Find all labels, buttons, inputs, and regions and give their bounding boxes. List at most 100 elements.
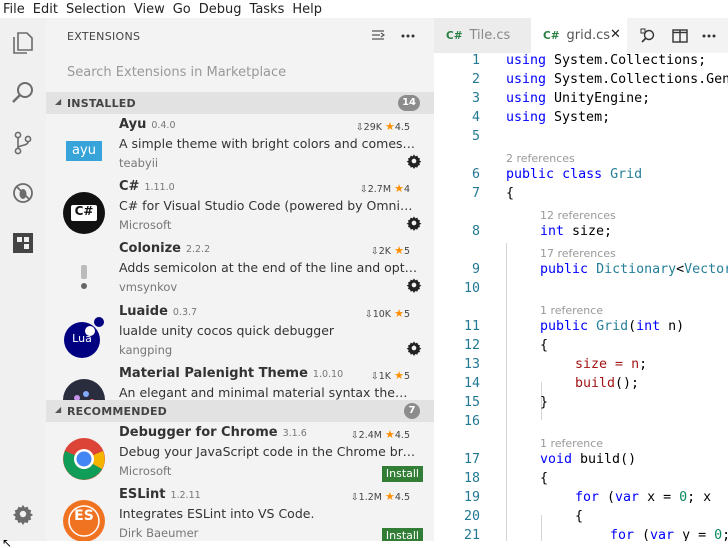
manage-gear-icon[interactable] <box>406 153 422 169</box>
download-count: 10K <box>372 309 392 320</box>
split-editor-icon[interactable] <box>671 27 689 45</box>
menu-go[interactable]: Go <box>169 2 195 17</box>
debug-icon[interactable] <box>8 178 38 208</box>
extension-name: Material Palenight Theme 1.0.10 <box>119 366 343 381</box>
download-count: 2K <box>378 246 392 257</box>
extension-description: luaIde unity cocos quick debugger <box>119 323 335 338</box>
collapse-chevron-icon: ◢ <box>55 97 62 106</box>
csharp-file-icon: C# <box>446 29 463 42</box>
line-number: 18 <box>463 471 480 486</box>
code-line-12: { <box>540 338 549 353</box>
download-icon: ⇩ <box>359 184 368 195</box>
menu-view[interactable]: View <box>130 2 169 17</box>
download-icon: ⇩ <box>364 309 373 320</box>
line-number: 1 <box>471 53 480 68</box>
more-actions-icon[interactable] <box>700 27 718 45</box>
line-number: 13 <box>463 357 480 372</box>
extension-name-text: Debugger for Chrome <box>119 425 278 440</box>
manage-gear-icon[interactable] <box>406 215 422 231</box>
star-icon: ★ <box>394 244 404 257</box>
codelens-references[interactable]: 1 reference <box>540 304 603 317</box>
codelens-references[interactable]: 17 references <box>540 247 616 260</box>
explorer-icon[interactable] <box>8 28 38 58</box>
extension-publisher: vmsynkov <box>119 280 178 294</box>
codelens-references[interactable]: 12 references <box>540 209 616 222</box>
line-number: 14 <box>463 376 480 391</box>
clear-extensions-icon[interactable] <box>368 26 388 46</box>
menu-file[interactable]: File <box>0 2 29 17</box>
tab-tile-cs[interactable]: C# Tile.cs <box>434 18 531 53</box>
download-count: 1.2M <box>358 492 382 503</box>
indent-guide <box>506 243 507 548</box>
code-line-2: using System.Collections.Generic; <box>506 72 728 87</box>
extension-version: 0.4.0 <box>151 120 176 131</box>
chrome-logo-icon <box>62 437 106 481</box>
manage-gear-icon[interactable] <box>406 277 422 293</box>
code-line-6: public class Grid <box>506 167 643 182</box>
extension-name: ESLint 1.2.11 <box>119 487 201 502</box>
extension-stats: ⇩2K ★5 <box>371 244 410 257</box>
extension-item-luaide[interactable]: Lua Luaide 0.3.7 ⇩10K ★5 luaIde unity coc… <box>46 303 434 365</box>
ayu-logo-icon: ayu <box>62 129 106 173</box>
tab-grid-cs[interactable]: C# grid.cs ✕ <box>531 18 627 53</box>
search-icon[interactable] <box>8 78 38 108</box>
csharp-logo-icon: C# <box>62 191 106 235</box>
extension-publisher: Microsoft <box>119 218 172 232</box>
code-line-17: void build() <box>540 452 637 467</box>
extension-publisher: Dirk Baeumer <box>119 526 199 540</box>
line-number: 11 <box>463 319 480 334</box>
code-line-13: size = n; <box>575 357 648 372</box>
extension-version: 1.2.11 <box>170 490 201 501</box>
extensions-icon[interactable] <box>8 228 38 258</box>
line-number: 3 <box>471 91 480 106</box>
extension-stats: ⇩1.2M ★4.5 <box>351 490 410 503</box>
star-icon: ★ <box>385 120 395 133</box>
editor-tabs: C# Tile.cs C# grid.cs ✕ <box>434 18 728 53</box>
installed-section-header[interactable]: ◢ INSTALLED 14 <box>46 92 434 114</box>
extension-item-colonize[interactable]: Colonize 2.2.2 ⇩2K ★5 Adds semicolon at t… <box>46 240 434 302</box>
download-count: 2.7M <box>367 184 392 195</box>
code-line-9: public Dictionary<Vector2, Tile> <box>540 262 728 277</box>
code-line-14: build(); <box>575 376 640 391</box>
menu-debug[interactable]: Debug <box>195 2 246 17</box>
collapse-chevron-icon: ◢ <box>55 405 62 414</box>
palenight-logo-icon <box>62 378 106 401</box>
menu-edit[interactable]: Edit <box>29 2 62 17</box>
extension-description: Integrates ESLint into VS Code. <box>119 506 315 521</box>
codelens-references[interactable]: 2 references <box>506 152 575 165</box>
open-changes-icon[interactable] <box>639 27 657 45</box>
manage-gear-icon[interactable] <box>406 340 422 356</box>
rating: 4.5 <box>394 122 410 133</box>
lua-logo-icon: Lua <box>62 316 106 360</box>
line-number: 5 <box>471 129 480 144</box>
close-tab-icon[interactable]: ✕ <box>610 27 621 42</box>
settings-gear-icon[interactable] <box>8 499 38 529</box>
extension-item-debugger-for-chrome[interactable]: Debugger for Chrome 3.1.6 ⇩2.4M ★4.5 Debu… <box>46 424 434 486</box>
rating: 4.5 <box>394 492 410 503</box>
extensions-search-input[interactable]: Search Extensions in Marketplace <box>56 62 426 86</box>
extension-publisher: kangping <box>119 343 173 357</box>
line-number: 12 <box>463 338 480 353</box>
more-actions-icon[interactable] <box>398 26 418 46</box>
recommended-count-badge: 7 <box>404 403 420 419</box>
tab-label: grid.cs <box>566 28 611 43</box>
extension-item-csharp[interactable]: C# C# 1.11.0 ⇩2.7M ★4 C# for Visual Studi… <box>46 178 434 240</box>
install-button[interactable]: Install <box>381 466 423 482</box>
recommended-label: RECOMMENDED <box>67 405 167 418</box>
menu-help[interactable]: Help <box>288 2 326 17</box>
menu-tasks[interactable]: Tasks <box>246 2 289 17</box>
extension-item-eslint[interactable]: ES ESLint 1.2.11 ⇩1.2M ★4.5 Integrates ES… <box>46 486 434 548</box>
extension-description: Adds semicolon at the end of the line an… <box>119 260 419 275</box>
code-line-4: using System; <box>506 110 611 125</box>
line-number: 6 <box>471 167 480 182</box>
source-control-icon[interactable] <box>8 128 38 158</box>
extension-item-material-palenight[interactable]: Material Palenight Theme 1.0.10 ⇩1K ★5 An… <box>46 365 434 401</box>
recommended-section-header[interactable]: ◢ RECOMMENDED 7 <box>46 400 434 422</box>
extension-description: A simple theme with bright colors and co… <box>119 136 419 151</box>
star-icon: ★ <box>385 428 395 441</box>
menu-selection[interactable]: Selection <box>62 2 130 17</box>
star-icon: ★ <box>394 307 404 320</box>
csharp-file-icon: C# <box>543 29 560 42</box>
extension-item-ayu[interactable]: ayu Ayu 0.4.0 ⇩29K ★4.5 A simple theme wi… <box>46 116 434 178</box>
codelens-references[interactable]: 1 reference <box>540 437 603 450</box>
